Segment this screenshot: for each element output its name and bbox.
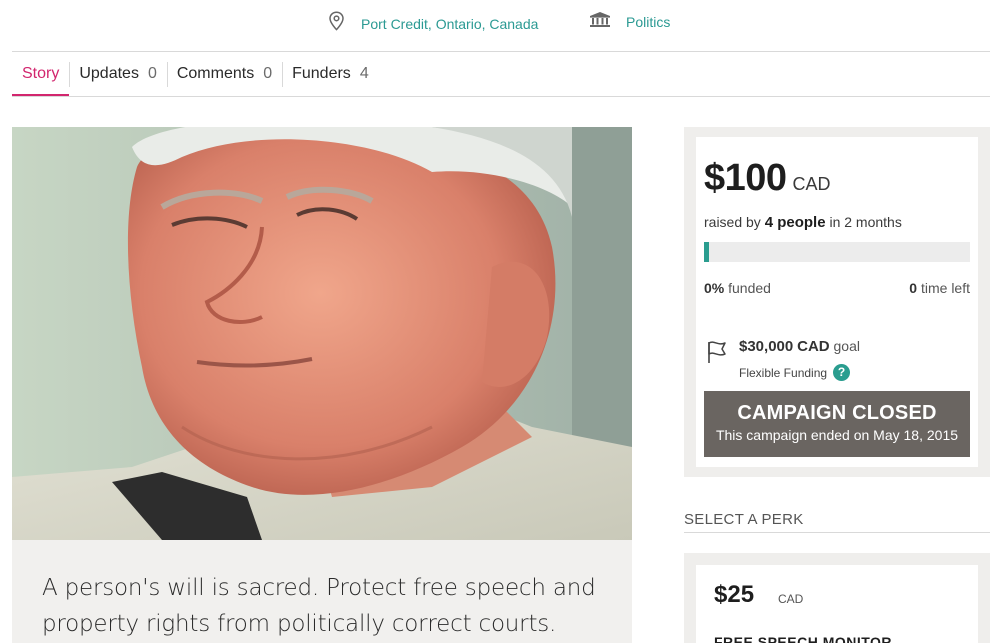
tab-count: 4 (359, 65, 369, 82)
raised-by-line: raised by 4 people in 2 months (704, 214, 902, 231)
location-text[interactable]: Port Credit, Ontario, Canada (361, 16, 538, 32)
campaign-meta: Port Credit, Ontario, Canada Politics (0, 0, 1007, 52)
goal-currency: CAD (797, 338, 830, 355)
goal-line: $30,000 CAD goal (739, 338, 860, 355)
progress-bar (704, 242, 970, 262)
tab-label: Funders (292, 65, 351, 82)
perks-heading: SELECT A PERK (684, 511, 804, 528)
funding-type-label: Flexible Funding (739, 365, 828, 380)
bank-building-icon (589, 11, 611, 33)
tab-comments[interactable]: Comments 0 (166, 52, 282, 96)
funding-type: Flexible Funding ? (739, 364, 851, 381)
campaign-tabs: Story Updates 0 Comments 0 Funders 4 (12, 52, 990, 97)
divider (684, 532, 990, 533)
time-left: 0 time left (909, 280, 970, 296)
funding-card: $100 CAD raised by 4 people in 2 months … (696, 137, 978, 467)
tab-label: Story (22, 65, 60, 82)
funding-panel: $100 CAD raised by 4 people in 2 months … (684, 127, 990, 477)
goal-label: goal (833, 338, 860, 354)
map-pin-icon (328, 11, 345, 36)
funded-value: 0% (704, 280, 725, 296)
closed-subtitle: This campaign ended on May 18, 2015 (715, 427, 959, 443)
progress-fill (704, 242, 710, 262)
backer-count: 4 people (764, 214, 826, 231)
funded-percent: 0% funded (704, 280, 771, 296)
goal-amount: $30,000 (739, 338, 794, 355)
raised-duration: in 2 months (829, 214, 902, 230)
tab-label: Updates (79, 65, 139, 82)
raised-value: $100 (704, 157, 787, 199)
tab-updates[interactable]: Updates 0 (69, 52, 167, 96)
category-text[interactable]: Politics (626, 14, 670, 30)
raised-amount: $100 CAD (704, 157, 831, 200)
tab-count: 0 (263, 65, 273, 82)
divider (12, 96, 990, 97)
location-link[interactable]: Port Credit, Ontario, Canada (328, 11, 538, 36)
campaign-photo (12, 127, 632, 540)
flag-icon (706, 340, 728, 369)
perk-card[interactable]: $25 CAD FREE SPEECH MONITOR (696, 565, 978, 643)
category-link[interactable]: Politics (589, 11, 670, 33)
campaign-closed-banner: CAMPAIGN CLOSED This campaign ended on M… (704, 391, 970, 457)
tab-label: Comments (176, 65, 255, 82)
tab-count: 0 (147, 65, 157, 82)
question-icon[interactable]: ? (833, 364, 851, 381)
story-tagline-box: A person's will is sacred. Protect free … (12, 540, 632, 643)
perk-amount: $25 (714, 581, 755, 608)
story-tagline: A person's will is sacred. Protect free … (42, 575, 596, 637)
perk-currency: CAD (778, 592, 804, 606)
tab-funders[interactable]: Funders 4 (282, 52, 379, 96)
raised-by-prefix: raised by (704, 214, 761, 230)
perk-list: $25 CAD FREE SPEECH MONITOR (684, 553, 990, 643)
time-left-value: 0 (909, 280, 918, 296)
closed-title: CAMPAIGN CLOSED (737, 402, 937, 424)
tab-story[interactable]: Story (12, 52, 70, 97)
raised-currency: CAD (792, 174, 831, 194)
funded-label: funded (728, 280, 771, 296)
perk-title: FREE SPEECH MONITOR (714, 634, 893, 643)
time-left-label: time left (920, 280, 970, 296)
